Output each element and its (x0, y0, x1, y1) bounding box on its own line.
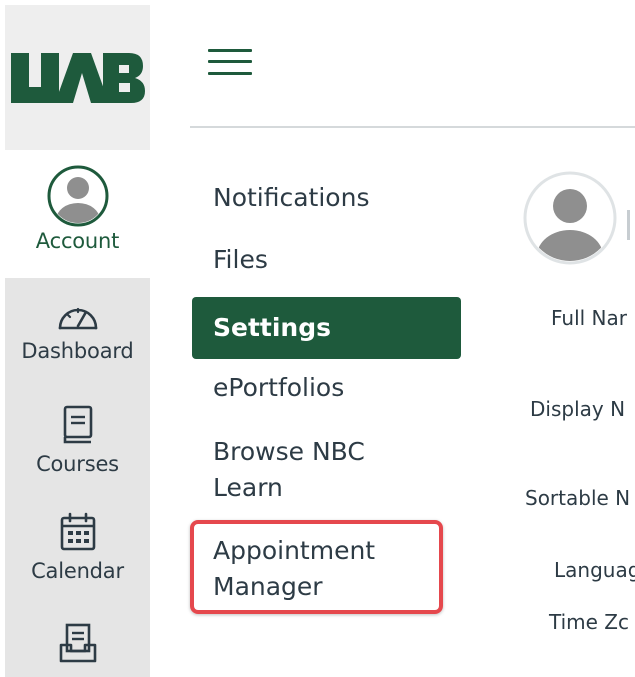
nav-item-dashboard[interactable]: Dashboard (5, 298, 150, 364)
inbox-icon (59, 623, 96, 663)
speedometer-icon (58, 307, 97, 330)
nav-item-inbox[interactable] (5, 623, 150, 665)
uab-logo-mark (11, 53, 145, 103)
profile-avatar[interactable] (522, 170, 618, 266)
header-divider (190, 126, 635, 128)
nav-account[interactable]: Account (5, 150, 150, 278)
menu-item-label-line2: Learn (213, 473, 283, 502)
nav-item-calendar[interactable]: Calendar (5, 512, 150, 584)
uab-logo[interactable] (5, 5, 150, 150)
menu-item-eportfolios[interactable]: ePortfolios (213, 370, 463, 406)
menu-item-browse-nbc-learn[interactable]: Browse NBC Learn (213, 434, 463, 506)
book-icon (63, 405, 92, 444)
global-navigation: Account Dashboard Courses Calendar (5, 5, 150, 677)
hamburger-icon-bar (208, 60, 252, 63)
field-label-display-name: Display N (530, 397, 626, 421)
hamburger-icon (208, 49, 252, 52)
nav-item-account[interactable]: Account (5, 164, 150, 254)
user-avatar-icon (47, 165, 108, 227)
menu-item-label-line1: Browse NBC (213, 437, 365, 466)
menu-item-settings[interactable]: Settings (192, 297, 461, 359)
nav-label-calendar: Calendar (31, 559, 124, 583)
nav-label-dashboard: Dashboard (21, 339, 134, 363)
calendar-icon (60, 512, 95, 551)
field-label-sortable-name: Sortable N (525, 486, 631, 510)
menu-item-notifications[interactable]: Notifications (213, 180, 463, 216)
menu-item-files[interactable]: Files (213, 242, 463, 278)
nav-label-courses: Courses (36, 452, 119, 476)
hamburger-menu-button[interactable] (208, 45, 252, 77)
field-label-time-zone: Time Zc (549, 610, 629, 634)
nav-label-account: Account (35, 229, 120, 253)
hamburger-icon-bar (208, 72, 252, 75)
field-label-full-name: Full Nar (551, 306, 627, 330)
profile-divider (627, 210, 630, 240)
highlight-annotation (190, 520, 443, 614)
field-label-language: Languag (554, 558, 635, 582)
nav-item-courses[interactable]: Courses (5, 405, 150, 477)
